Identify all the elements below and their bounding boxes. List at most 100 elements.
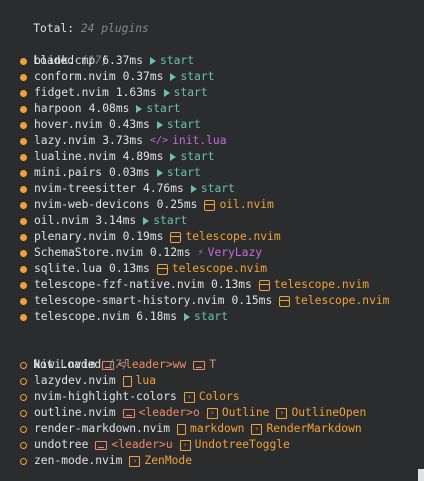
plugin-name: lazy.nvim: [34, 134, 96, 147]
lazy-trigger: lua: [122, 373, 157, 389]
load-time: 6.37ms: [102, 54, 144, 67]
loaded-plugin-item[interactable]: telescope.nvim 6.18ms start: [0, 309, 228, 325]
plugin-name: kiwi.nvim: [34, 358, 96, 371]
terminal-icon: ›: [183, 391, 195, 403]
loaded-plugin-item[interactable]: SchemaStore.nvim 0.12ms ⚡ VeryLazy: [0, 245, 262, 261]
not-loaded-plugin-item[interactable]: lazydev.nvim lua: [0, 373, 156, 389]
loaded-plugin-item[interactable]: nvim-web-devicons 0.25ms oil.nvim: [0, 197, 274, 213]
plugin-name: telescope-fzf-native.nvim: [34, 278, 205, 291]
lazy-trigger: › Colors: [183, 389, 240, 405]
lazy-trigger-text: <leader>o: [138, 406, 200, 419]
loaded-dot-icon: [20, 185, 27, 193]
not-loaded-circle-icon: [20, 361, 27, 369]
load-source: telescope.nvim: [279, 293, 389, 309]
lazy-trigger-text: UndotreeToggle: [194, 438, 290, 451]
load-time: 3.73ms: [102, 134, 144, 147]
load-time: 0.43ms: [109, 118, 150, 131]
load-time: 4.08ms: [88, 102, 130, 115]
package-icon: [170, 231, 182, 243]
plugin-name: SchemaStore.nvim: [34, 246, 143, 259]
loaded-plugin-item[interactable]: hover.nvim 0.43ms start: [0, 117, 201, 133]
terminal-icon: ›: [129, 455, 141, 467]
package-icon: [258, 279, 270, 291]
loaded-dot-icon: [20, 137, 27, 145]
load-source: ⚡ VeryLazy: [198, 245, 262, 261]
not-loaded-plugin-item[interactable]: undotree <leader>u › UndotreeToggle: [0, 437, 290, 453]
lazy-trigger-text: OutlineOpen: [291, 406, 367, 419]
loaded-plugin-item[interactable]: harpoon 4.08ms start: [0, 101, 180, 117]
load-source: start: [143, 213, 187, 229]
load-source-text: start: [160, 54, 195, 67]
not-loaded-plugin-item[interactable]: nvim-highlight-colors › Colors: [0, 389, 240, 405]
loaded-dot-icon: [20, 313, 27, 321]
loaded-dot-icon: [20, 57, 27, 65]
load-source: </> init.lua: [150, 133, 226, 149]
not-loaded-plugin-item[interactable]: zen-mode.nvim › ZenMode: [0, 453, 192, 469]
loaded-plugin-item[interactable]: sqlite.lua 0.13ms telescope.nvim: [0, 261, 267, 277]
lazy-trigger: markdown: [177, 421, 244, 437]
not-loaded-circle-icon: [20, 457, 27, 465]
loaded-plugin-item[interactable]: lualine.nvim 4.89ms start: [0, 149, 214, 165]
loaded-plugin-item[interactable]: telescope-smart-history.nvim 0.15ms telesc…: [0, 293, 389, 309]
lazy-trigger-text: T: [209, 358, 217, 371]
plugin-name: oil.nvim: [34, 214, 89, 227]
not-loaded-plugin-item[interactable]: render-markdown.nvim markdown › RenderMarkd…: [0, 421, 362, 437]
loaded-dot-icon: [20, 217, 27, 225]
load-source: start: [150, 53, 194, 69]
plugin-name: blink.cmp: [34, 54, 96, 67]
load-source-text: oil.nvim: [219, 198, 274, 211]
loaded-plugin-item[interactable]: blink.cmp 6.37ms start: [0, 53, 194, 69]
not-loaded-section-header: Not Loaded (7): [6, 341, 128, 371]
keyboard-icon: [102, 360, 115, 370]
loaded-plugin-item[interactable]: lazy.nvim 3.73ms </> init.lua: [0, 133, 227, 149]
loaded-dot-icon: [20, 121, 27, 129]
code-brackets-icon: </>: [150, 135, 169, 146]
lazy-plugin-manager-pane: Total: 24 plugins Loaded (17) blink.cmp 6…: [0, 0, 424, 481]
not-loaded-circle-icon: [20, 441, 27, 449]
package-icon: [279, 295, 291, 307]
total-value: 24 plugins: [80, 22, 149, 35]
load-source: telescope.nvim: [156, 261, 267, 277]
load-source-text: start: [153, 214, 188, 227]
lazy-trigger-text: lua: [135, 374, 157, 387]
load-source: start: [184, 309, 228, 325]
plugin-name: render-markdown.nvim: [34, 422, 171, 435]
plugin-name: conform.nvim: [34, 70, 116, 83]
loaded-dot-icon: [20, 297, 27, 305]
lazy-trigger: <leader>u: [95, 437, 173, 453]
start-triangle-icon: [136, 105, 143, 113]
loaded-plugin-item[interactable]: oil.nvim 3.14ms start: [0, 213, 187, 229]
terminal-icon: ›: [179, 439, 191, 451]
lazy-trigger: › ZenMode: [129, 453, 192, 469]
loaded-dot-icon: [20, 153, 27, 161]
loaded-plugin-item[interactable]: telescope-fzf-native.nvim 0.13ms telescope…: [0, 277, 369, 293]
loaded-dot-icon: [20, 265, 27, 273]
lazy-trigger: › OutlineOpen: [276, 405, 366, 421]
start-triangle-icon: [150, 57, 157, 65]
loaded-plugin-item[interactable]: mini.pairs 0.03ms start: [0, 165, 201, 181]
lazy-trigger: T: [193, 357, 216, 373]
plugin-name: nvim-highlight-colors: [34, 390, 177, 403]
load-source-text: telescope.nvim: [185, 230, 281, 243]
plugin-name: telescope.nvim: [34, 310, 130, 323]
lazy-trigger: › Outline: [206, 405, 269, 421]
not-loaded-plugin-item[interactable]: outline.nvim <leader>o › Outline › OutlineOpe…: [0, 405, 366, 421]
load-source-text: start: [146, 102, 181, 115]
load-source: start: [163, 85, 208, 101]
load-source-text: start: [180, 150, 215, 163]
start-triangle-icon: [156, 121, 163, 129]
package-icon: [156, 263, 168, 275]
loaded-plugin-item[interactable]: plenary.nvim 0.19ms telescope.nvim: [0, 229, 281, 245]
start-triangle-icon: [170, 153, 177, 161]
plugin-name: hover.nvim: [34, 118, 103, 131]
lazy-trigger: › RenderMarkdown: [251, 421, 362, 437]
not-loaded-circle-icon: [20, 425, 27, 433]
loaded-plugin-item[interactable]: conform.nvim 0.37ms start: [0, 69, 214, 85]
not-loaded-plugin-item[interactable]: kiwi.nvim <leader>ww T: [0, 357, 216, 373]
plugin-name: nvim-web-devicons: [34, 198, 150, 211]
loaded-plugin-item[interactable]: nvim-treesitter 4.76ms start: [0, 181, 235, 197]
start-triangle-icon: [170, 73, 177, 81]
loaded-dot-icon: [20, 89, 27, 97]
lazy-trigger-text: <leader>ww: [118, 358, 187, 371]
loaded-plugin-item[interactable]: fidget.nvim 1.63ms start: [0, 85, 208, 101]
